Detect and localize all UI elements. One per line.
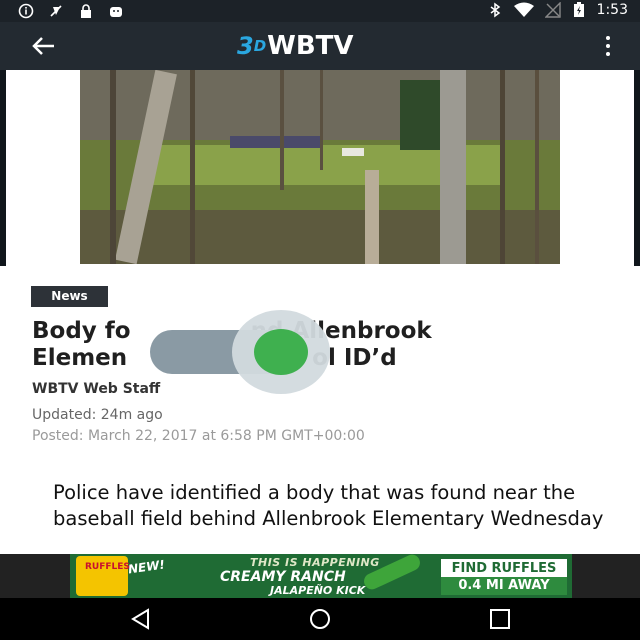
lock-icon <box>81 4 91 18</box>
ad-cta-line2: 0.4 MI AWAY <box>441 577 567 595</box>
app-bar: 3D WBTV <box>0 22 640 70</box>
photo-gutter-right <box>634 70 640 266</box>
headline-line1-left: Body fo <box>32 318 131 344</box>
logo-name: WBTV <box>267 31 354 61</box>
ad-creative[interactable]: RUFFLES NEW! THIS IS HAPPENING CREAMY RA… <box>70 554 572 598</box>
ad-cta-button[interactable]: FIND RUFFLES 0.4 MI AWAY <box>440 558 568 596</box>
ad-line3: JALAPEÑO KICK <box>270 584 366 597</box>
bluetooth-icon <box>490 2 500 18</box>
battery-charging-icon <box>573 2 584 17</box>
back-triangle-icon[interactable] <box>128 607 154 631</box>
android-icon <box>110 7 122 17</box>
wifi-icon <box>513 2 534 17</box>
arrow-left-icon[interactable] <box>30 34 56 58</box>
toggle-knob <box>254 329 308 375</box>
ad-line2: CREAMY RANCH <box>220 569 346 585</box>
photo-gutter-left <box>0 70 6 266</box>
headline-line2-left: Elemen <box>32 345 128 371</box>
no-gps-icon <box>50 5 62 17</box>
ad-cta-line1: FIND RUFFLES <box>451 561 557 576</box>
ad-banner: RUFFLES NEW! THIS IS HAPPENING CREAMY RA… <box>0 554 640 598</box>
home-circle-icon[interactable] <box>307 607 333 631</box>
overflow-menu-icon[interactable] <box>604 36 612 56</box>
chip-bag-image: RUFFLES <box>76 556 130 596</box>
ad-new-badge: NEW! <box>127 557 166 577</box>
system-nav-bar <box>0 598 640 640</box>
no-signal-icon <box>544 2 561 18</box>
category-tag[interactable]: News <box>31 286 108 307</box>
ad-brand: RUFFLES <box>85 562 130 572</box>
article-body: Police have identified a body that was f… <box>53 481 604 530</box>
updated-time: Updated: 24m ago <box>32 407 163 423</box>
author: WBTV Web Staff <box>32 381 161 397</box>
recents-square-icon[interactable] <box>487 607 513 631</box>
ad-line1: THIS IS HAPPENING <box>250 556 380 569</box>
toggle-switch[interactable] <box>150 310 330 394</box>
wbtv-logo: 3D WBTV <box>237 31 354 61</box>
info-icon <box>18 3 34 19</box>
status-time: 1:53 <box>596 2 628 18</box>
status-bar: 1:53 <box>0 0 640 22</box>
logo-3: 3 <box>237 32 254 60</box>
posted-time: Posted: March 22, 2017 at 6:58 PM GMT+00… <box>32 428 365 444</box>
article-photo <box>80 70 560 264</box>
